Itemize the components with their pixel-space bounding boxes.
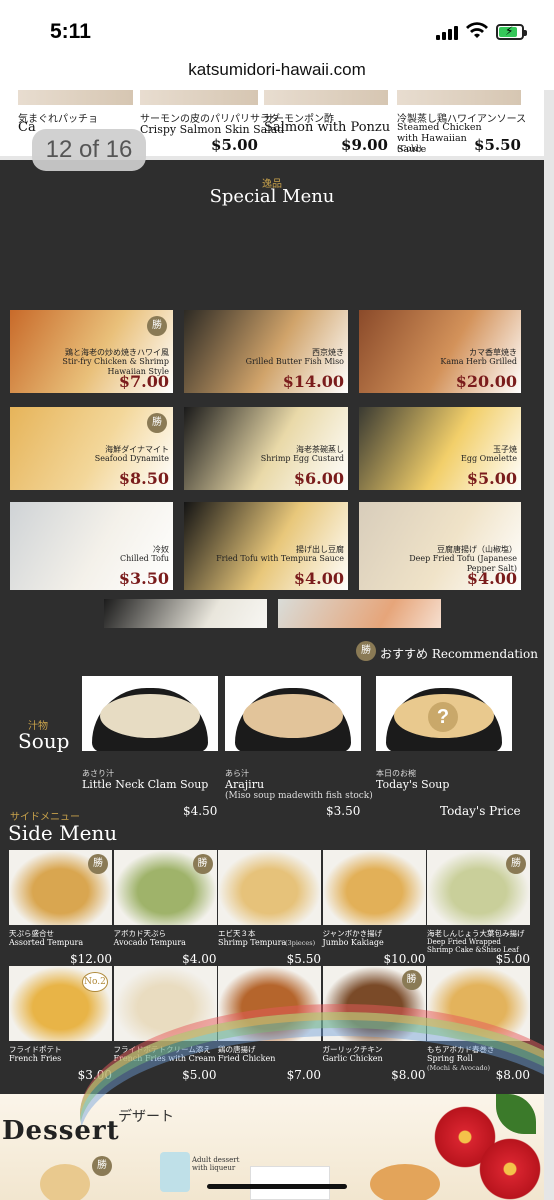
soup-title: Soup: [18, 729, 70, 753]
soup-price: Today's Price: [440, 804, 521, 818]
side-note: (3pieces): [285, 939, 316, 947]
menu-page: 気まぐれパッチョ Ca サーモンの皮のパリパリサラダ Crispy Salmon…: [0, 90, 554, 1200]
special-menu-title: Special Menu: [209, 186, 335, 207]
side-name: Avocado Tempura: [113, 938, 186, 947]
side-name: Jumbo Kakiage: [322, 938, 384, 947]
battery-icon: ⚡: [496, 24, 527, 40]
dish-name: Salmon with Ponzu: [264, 120, 391, 135]
soup-photo: [225, 676, 361, 751]
soup-name: Arajiru: [225, 778, 265, 791]
katsumidori-logo-icon: 勝: [192, 854, 213, 874]
special-menu-item: 豆腐唐揚げ（山椒塩） Deep Fried Tofu (Japanese Pepp…: [359, 502, 521, 590]
top-dish-3: サーモンポン酢 Salmon with Ponzu $9.00: [264, 90, 391, 156]
dish-price: $5.00: [466, 469, 517, 488]
dish-name: Egg Omelette: [461, 454, 517, 463]
soup-name: Today's Soup: [376, 778, 450, 791]
special-menu-item: 玉子焼 Egg Omelette $5.00: [359, 407, 521, 490]
adult-dessert-note: Adult dessert with liqueur: [192, 1156, 240, 1172]
rank-badge: No.2: [82, 972, 108, 992]
wifi-icon: [466, 22, 488, 38]
side-price: $10.00: [383, 952, 426, 966]
dish-name: Kama Herb Grilled: [440, 357, 517, 366]
address-bar[interactable]: katsumidori-hawaii.com: [0, 56, 554, 90]
dessert-photo: [40, 1164, 90, 1200]
dish-name: Fried Tofu with Tempura Sauce: [216, 554, 344, 563]
dish-price: $6.00: [293, 469, 344, 488]
dish-price: $8.50: [118, 469, 169, 488]
side-price: $5.50: [286, 952, 321, 966]
special-menu-item: 鶏と海老の炒め焼きハワイ風 Stir-fry Chicken & Shrimp H…: [10, 310, 173, 393]
recommendation-label: 勝 おすすめ Recommendation: [356, 641, 538, 662]
katsumidori-logo-icon: 勝: [506, 854, 526, 874]
hibiscus-flower-icon: [475, 1134, 545, 1200]
katsumidori-logo-icon: 勝: [147, 413, 167, 433]
soup-note: (Miso soup madewith fish stock): [225, 791, 373, 801]
dish-price: $20.00: [455, 372, 517, 391]
special-menu-item: 冷奴 Chilled Tofu $3.50: [10, 502, 173, 590]
dish-name: Grilled Butter Fish Miso: [245, 357, 344, 366]
top-dish-2: サーモンの皮のパリパリサラダ Crispy Salmon Skin Salad …: [140, 90, 284, 156]
dish-name: Shrimp Egg Custard: [260, 454, 344, 463]
special-menu-item: 揚げ出し豆腐 Fried Tofu with Tempura Sauce $4.00: [184, 502, 348, 590]
page-indicator: 12 of 16: [32, 129, 146, 171]
cellular-signal-icon: [436, 24, 458, 40]
question-mark-icon: ?: [428, 702, 458, 732]
side-menu-photo: No.2: [9, 966, 112, 1041]
dish-price: $7.00: [118, 372, 169, 391]
dish-price: $3.50: [118, 569, 169, 588]
side-menu-photo: 勝: [113, 850, 217, 925]
katsumidori-logo-icon: 勝: [401, 970, 422, 990]
soup-name: Little Neck Clam Soup: [82, 778, 209, 791]
dessert-photo: [160, 1152, 190, 1192]
soup-price: $3.50: [326, 804, 361, 818]
side-name: Shrimp Tempura: [218, 938, 287, 947]
status-time: 5:11: [50, 20, 91, 43]
dessert-photo: [370, 1164, 440, 1200]
top-dish-4: 冷製蒸し鶏ハワイアンソース Steamed Chicken with Hawai…: [397, 90, 526, 156]
dish-name: Seafood Dynamite: [94, 454, 169, 463]
katsumidori-logo-icon: 勝: [88, 854, 108, 874]
page-scroll-gutter: [544, 90, 554, 1200]
dish-price: $5.50: [474, 136, 521, 154]
special-menu-panel: 逸品 Special Menu 鶏と海老の炒め焼きハワイ風 Stir-fry Ch…: [0, 160, 544, 687]
recommendation-jp: おすすめ: [380, 647, 429, 661]
soup-photo: [82, 676, 218, 751]
dessert-jp-title: デザート: [118, 1109, 174, 1125]
side-price: $5.00: [495, 952, 530, 966]
dish-price: $4.00: [466, 569, 517, 588]
side-price: $4.00: [182, 952, 217, 966]
dessert-photo: [250, 1166, 330, 1200]
dish-price: $4.00: [293, 569, 344, 588]
side-menu-title: Side Menu: [8, 821, 118, 845]
dish-price: $5.00: [211, 136, 258, 154]
side-menu-photo: 勝: [9, 850, 112, 925]
special-menu-item: 海鮮ダイナマイト Seafood Dynamite $8.50 勝: [10, 407, 173, 490]
soup-price: $4.50: [183, 804, 218, 818]
dish-name: Chilled Tofu: [120, 554, 169, 563]
special-menu-item: 海老茶碗蒸し Shrimp Egg Custard $6.00: [184, 407, 348, 490]
dish-price: $14.00: [282, 372, 344, 391]
recommendation-en: Recommendation: [431, 647, 538, 661]
katsumidori-logo-icon: 勝: [92, 1156, 112, 1176]
side-name: Assorted Tempura: [9, 938, 84, 947]
katsumidori-logo-icon: 勝: [356, 641, 376, 661]
special-menu-item: カマ香草焼き Kama Herb Grilled $20.00: [359, 310, 521, 393]
special-menu-item: 西京焼き Grilled Butter Fish Miso $14.00: [184, 310, 348, 393]
home-indicator[interactable]: [207, 1184, 347, 1189]
status-bar: 5:11 ⚡: [0, 0, 554, 56]
dessert-title: Dessert: [2, 1116, 120, 1146]
side-price: $12.00: [70, 952, 112, 966]
side-name: French Fries: [9, 1054, 62, 1063]
katsumidori-logo-icon: 勝: [147, 316, 167, 336]
side-menu-photo: 勝: [427, 850, 530, 925]
dish-name: Ca: [18, 120, 36, 135]
dish-name: Crispy Salmon Skin Salad: [140, 123, 285, 136]
soup-photo: ?: [376, 676, 512, 751]
dish-price: $9.00: [341, 136, 388, 154]
side-menu-photo: [322, 850, 426, 925]
side-menu-photo: [218, 850, 321, 925]
dish-note: (Cold): [397, 144, 422, 153]
